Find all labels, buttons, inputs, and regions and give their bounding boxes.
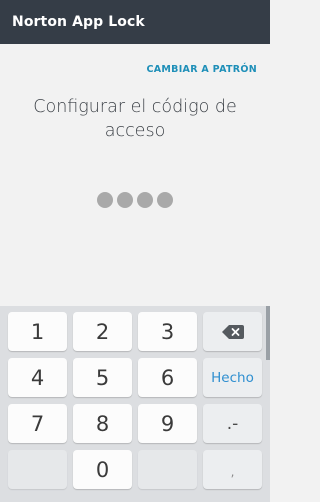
backspace-icon <box>221 324 244 339</box>
punctuation-key[interactable]: .- <box>203 404 262 443</box>
blank-key-right <box>138 450 197 489</box>
done-key[interactable]: Hecho <box>203 358 262 397</box>
key-2[interactable]: 2 <box>73 312 132 351</box>
key-1[interactable]: 1 <box>8 312 67 351</box>
pin-setup-panel: CAMBIAR A PATRÓN Configurar el código de… <box>0 44 270 306</box>
pin-dot <box>117 192 133 208</box>
key-0[interactable]: 0 <box>73 450 132 489</box>
key-9[interactable]: 9 <box>138 404 197 443</box>
scroll-edge-indicator <box>266 306 270 360</box>
key-6[interactable]: 6 <box>138 358 197 397</box>
pin-dots <box>0 192 270 208</box>
pin-dot <box>157 192 173 208</box>
key-8[interactable]: 8 <box>73 404 132 443</box>
app-title: Norton App Lock <box>12 14 145 30</box>
page-title-line-2: acceso <box>104 121 166 141</box>
key-5[interactable]: 5 <box>73 358 132 397</box>
app-bar: Norton App Lock <box>0 0 270 44</box>
key-7[interactable]: 7 <box>8 404 67 443</box>
page-title-line-1: Configurar el código de <box>33 97 237 117</box>
key-3[interactable]: 3 <box>138 312 197 351</box>
switch-to-pattern-link[interactable]: CAMBIAR A PATRÓN <box>146 64 257 75</box>
key-4[interactable]: 4 <box>8 358 67 397</box>
page-title: Configurar el código de acceso <box>0 95 270 143</box>
backspace-key[interactable] <box>203 312 262 351</box>
comma-key[interactable]: , <box>203 450 262 489</box>
numeric-keyboard: 1 2 3 4 5 6 Hecho 7 8 9 .- 0 , <box>0 306 270 502</box>
pin-dot <box>97 192 113 208</box>
pin-dot <box>137 192 153 208</box>
blank-key-left <box>8 450 67 489</box>
